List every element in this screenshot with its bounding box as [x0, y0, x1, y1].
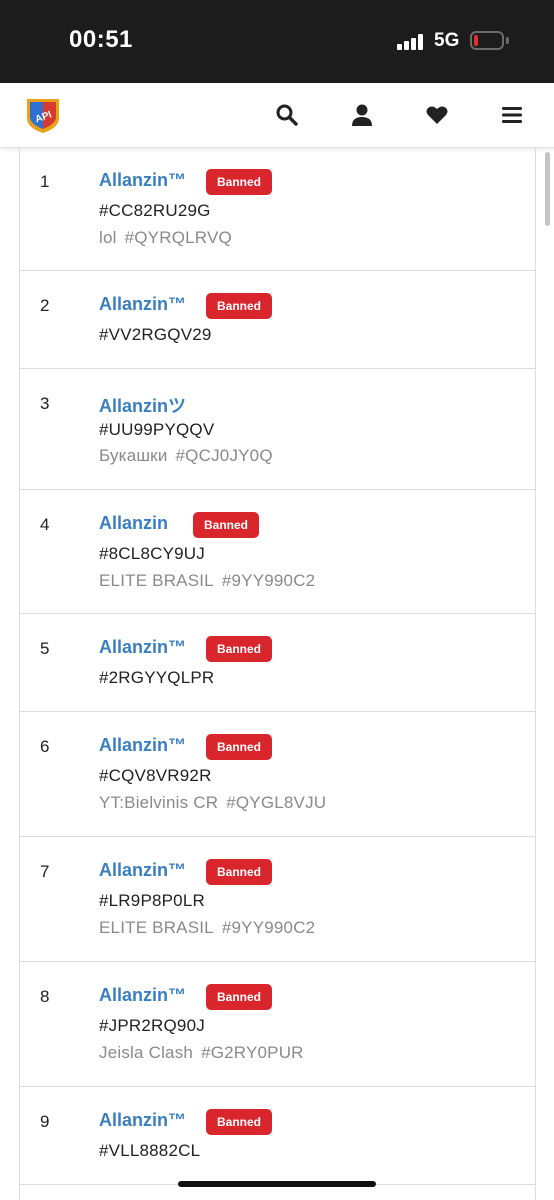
banned-badge: Banned — [206, 859, 273, 885]
player-tag: #VLL8882CL — [99, 1141, 201, 1160]
banned-badge: Banned — [193, 512, 260, 538]
player-tag: #2RGYYQLPR — [99, 668, 215, 687]
clan-info[interactable]: lol #QYRQLRVQ — [99, 228, 232, 248]
banned-badge: Banned — [206, 636, 273, 662]
rank: 4 — [40, 515, 50, 534]
royaleapi-logo[interactable]: API — [24, 96, 62, 134]
clan-tag: #G2RY0PUR — [201, 1043, 304, 1062]
player-name[interactable]: Allanzin™ — [99, 294, 186, 315]
list-item[interactable]: 8 Allanzin™ Banned #JPR2RQ90J Jeisla Cla… — [20, 962, 535, 1087]
clan-tag: #QYRQLRVQ — [124, 228, 232, 247]
clan-tag: #9YY990C2 — [221, 571, 316, 590]
list-item[interactable]: 9 Allanzin™ Banned #VLL8882CL — [20, 1087, 535, 1185]
status-time: 00:51 — [69, 26, 133, 53]
clan-info[interactable]: Букашки #QCJ0JY0Q — [99, 446, 273, 466]
clan-info[interactable]: Jeisla Clash #G2RY0PUR — [99, 1043, 304, 1063]
player-name[interactable]: Allanzin™ — [99, 985, 186, 1006]
player-name[interactable]: Allanzin — [99, 513, 168, 534]
clan-tag: #QYGL8VJU — [226, 793, 327, 812]
banned-badge: Banned — [206, 169, 273, 195]
rank: 2 — [40, 296, 50, 315]
list-item[interactable]: 7 Allanzin™ Banned #LR9P8P0LR ELITE BRAS… — [20, 837, 535, 962]
heart-icon[interactable] — [425, 103, 449, 127]
clan-name: lol — [99, 228, 117, 247]
list-item[interactable]: 5 Allanzin™ Banned #2RGYYQLPR — [20, 614, 535, 712]
rank: 7 — [40, 862, 50, 881]
rank: 8 — [40, 987, 50, 1006]
rank: 3 — [40, 394, 50, 413]
clan-name: Букашки — [99, 446, 168, 465]
player-tag: #UU99PYQQV — [99, 420, 215, 439]
clan-name: Jeisla Clash — [99, 1043, 194, 1062]
clan-info[interactable]: ELITE BRASIL #9YY990C2 — [99, 918, 315, 938]
user-icon[interactable] — [350, 103, 374, 127]
menu-icon[interactable] — [500, 103, 524, 127]
clan-info[interactable]: YT:Bielvinis CR #QYGL8VJU — [99, 793, 326, 813]
rank: 1 — [40, 172, 50, 191]
clan-tag: #9YY990C2 — [221, 918, 316, 937]
rank: 5 — [40, 639, 50, 658]
home-indicator[interactable] — [178, 1181, 376, 1187]
clan-tag: #QCJ0JY0Q — [175, 446, 273, 465]
player-name[interactable]: Allanzin™ — [99, 735, 186, 756]
clan-name: ELITE BRASIL — [99, 571, 214, 590]
status-bar: 00:51 5G — [0, 0, 554, 83]
banned-badge: Banned — [206, 984, 273, 1010]
list-item[interactable]: 2 Allanzin™ Banned #VV2RGQV29 — [20, 271, 535, 369]
player-name[interactable]: Allanzin™ — [99, 170, 186, 191]
scrollbar[interactable] — [545, 152, 550, 226]
player-name[interactable]: Allanzin™ — [99, 1110, 186, 1131]
battery-icon — [470, 31, 504, 50]
player-tag: #LR9P8P0LR — [99, 891, 205, 910]
network-type: 5G — [434, 30, 460, 51]
player-name[interactable]: Allanzinツ — [99, 392, 186, 418]
banned-badge: Banned — [206, 293, 273, 319]
signal-icon — [397, 34, 427, 50]
player-tag: #JPR2RQ90J — [99, 1016, 205, 1035]
banned-badge: Banned — [206, 1109, 273, 1135]
clan-info[interactable]: ELITE BRASIL #9YY990C2 — [99, 571, 315, 591]
list-item[interactable]: 3 Allanzinツ #UU99PYQQV Букашки #QCJ0JY0Q — [20, 369, 535, 490]
rank: 6 — [40, 737, 50, 756]
player-tag: #CC82RU29G — [99, 201, 211, 220]
player-name[interactable]: Allanzin™ — [99, 860, 186, 881]
player-name[interactable]: Allanzin™ — [99, 637, 186, 658]
player-tag: #VV2RGQV29 — [99, 325, 212, 344]
player-tag: #8CL8CY9UJ — [99, 544, 205, 563]
clan-name: ELITE BRASIL — [99, 918, 214, 937]
search-icon[interactable] — [275, 103, 299, 127]
clan-name: YT:Bielvinis CR — [99, 793, 219, 812]
top-navbar: API — [0, 83, 554, 148]
list-item[interactable]: 4 Allanzin Banned #8CL8CY9UJ ELITE BRASI… — [20, 490, 535, 614]
player-list: 1 Allanzin™ Banned #CC82RU29G lol #QYRQLR… — [19, 147, 536, 1200]
list-item[interactable]: 1 Allanzin™ Banned #CC82RU29G lol #QYRQLR… — [20, 147, 535, 271]
player-tag: #CQV8VR92R — [99, 766, 212, 785]
rank: 9 — [40, 1112, 50, 1131]
banned-badge: Banned — [206, 734, 273, 760]
list-item[interactable]: 6 Allanzin™ Banned #CQV8VR92R YT:Bielvin… — [20, 712, 535, 837]
